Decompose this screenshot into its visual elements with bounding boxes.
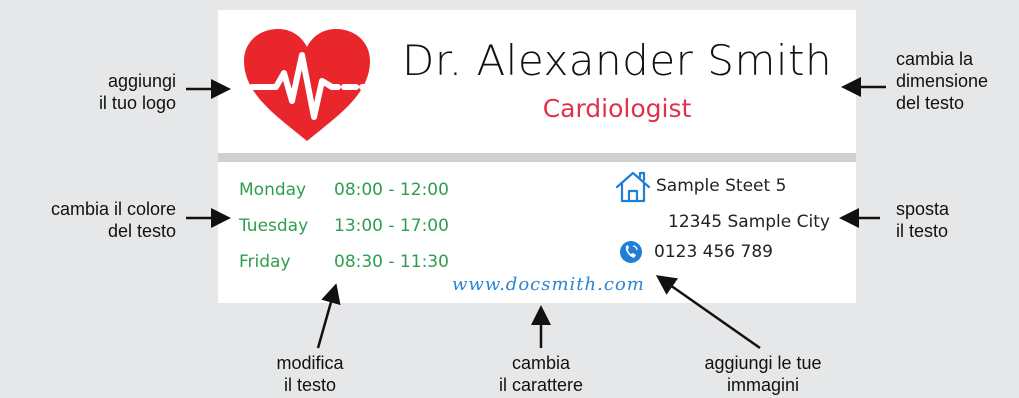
annotation-arrows xyxy=(186,77,886,350)
arrow-edit-text xyxy=(316,283,341,349)
arrow-add-images xyxy=(655,275,761,350)
